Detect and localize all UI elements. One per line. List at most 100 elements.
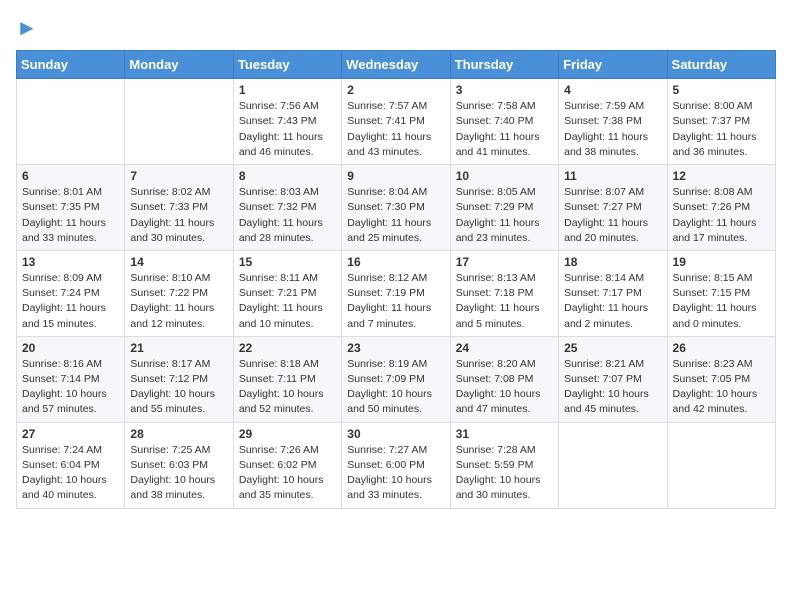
day-info: Sunrise: 7:24 AM Sunset: 6:04 PM Dayligh… bbox=[22, 443, 119, 504]
day-info: Sunrise: 8:19 AM Sunset: 7:09 PM Dayligh… bbox=[347, 357, 444, 418]
day-info: Sunrise: 8:16 AM Sunset: 7:14 PM Dayligh… bbox=[22, 357, 119, 418]
calendar-week-row: 6 Sunrise: 8:01 AM Sunset: 7:35 PM Daylig… bbox=[17, 165, 776, 251]
day-number: 21 bbox=[130, 341, 227, 355]
calendar-cell: 18 Sunrise: 8:14 AM Sunset: 7:17 PM Dayli… bbox=[559, 250, 667, 336]
calendar-cell: 16Sunrise: 8:12 AM Sunset: 7:19 PM Dayli… bbox=[342, 250, 450, 336]
calendar-cell: 9 Sunrise: 8:04 AM Sunset: 7:30 PM Daylig… bbox=[342, 165, 450, 251]
calendar-cell: 22 Sunrise: 8:18 AM Sunset: 7:11 PM Dayli… bbox=[233, 336, 341, 422]
calendar-week-row: 13 Sunrise: 8:09 AM Sunset: 7:24 PM Dayli… bbox=[17, 250, 776, 336]
day-number: 17 bbox=[456, 255, 553, 269]
day-info: Sunrise: 8:09 AM Sunset: 7:24 PM Dayligh… bbox=[22, 271, 119, 332]
calendar-cell: 1 Sunrise: 7:56 AM Sunset: 7:43 PM Daylig… bbox=[233, 79, 341, 165]
calendar-cell: 11 Sunrise: 8:07 AM Sunset: 7:27 PM Dayli… bbox=[559, 165, 667, 251]
weekday-header-row: SundayMondayTuesdayWednesdayThursdayFrid… bbox=[17, 51, 776, 79]
day-info: Sunrise: 8:18 AM Sunset: 7:11 PM Dayligh… bbox=[239, 357, 336, 418]
day-info: Sunrise: 8:17 AM Sunset: 7:12 PM Dayligh… bbox=[130, 357, 227, 418]
day-info: Sunrise: 8:21 AM Sunset: 7:07 PM Dayligh… bbox=[564, 357, 661, 418]
day-info: Sunrise: 7:57 AM Sunset: 7:41 PM Dayligh… bbox=[347, 99, 444, 160]
day-info: Sunrise: 8:00 AM Sunset: 7:37 PM Dayligh… bbox=[673, 99, 770, 160]
day-number: 7 bbox=[130, 169, 227, 183]
calendar-cell bbox=[559, 422, 667, 508]
day-number: 27 bbox=[22, 427, 119, 441]
calendar-cell bbox=[667, 422, 775, 508]
day-number: 26 bbox=[673, 341, 770, 355]
logo: ► bbox=[16, 16, 38, 40]
calendar-cell: 14Sunrise: 8:10 AM Sunset: 7:22 PM Dayli… bbox=[125, 250, 233, 336]
calendar-cell: 15 Sunrise: 8:11 AM Sunset: 7:21 PM Dayli… bbox=[233, 250, 341, 336]
day-info: Sunrise: 8:15 AM Sunset: 7:15 PM Dayligh… bbox=[673, 271, 770, 332]
calendar-cell: 7Sunrise: 8:02 AM Sunset: 7:33 PM Daylig… bbox=[125, 165, 233, 251]
day-number: 9 bbox=[347, 169, 444, 183]
calendar-week-row: 20 Sunrise: 8:16 AM Sunset: 7:14 PM Dayli… bbox=[17, 336, 776, 422]
day-info: Sunrise: 7:28 AM Sunset: 5:59 PM Dayligh… bbox=[456, 443, 553, 504]
calendar-cell: 29 Sunrise: 7:26 AM Sunset: 6:02 PM Dayli… bbox=[233, 422, 341, 508]
day-number: 3 bbox=[456, 83, 553, 97]
day-info: Sunrise: 7:27 AM Sunset: 6:00 PM Dayligh… bbox=[347, 443, 444, 504]
day-info: Sunrise: 7:56 AM Sunset: 7:43 PM Dayligh… bbox=[239, 99, 336, 160]
day-number: 31 bbox=[456, 427, 553, 441]
day-info: Sunrise: 8:07 AM Sunset: 7:27 PM Dayligh… bbox=[564, 185, 661, 246]
calendar-cell: 27 Sunrise: 7:24 AM Sunset: 6:04 PM Dayli… bbox=[17, 422, 125, 508]
day-info: Sunrise: 8:04 AM Sunset: 7:30 PM Dayligh… bbox=[347, 185, 444, 246]
day-number: 10 bbox=[456, 169, 553, 183]
day-number: 30 bbox=[347, 427, 444, 441]
day-number: 24 bbox=[456, 341, 553, 355]
day-number: 8 bbox=[239, 169, 336, 183]
weekday-header: Sunday bbox=[17, 51, 125, 79]
day-info: Sunrise: 8:14 AM Sunset: 7:17 PM Dayligh… bbox=[564, 271, 661, 332]
weekday-header: Thursday bbox=[450, 51, 558, 79]
calendar-cell: 13 Sunrise: 8:09 AM Sunset: 7:24 PM Dayli… bbox=[17, 250, 125, 336]
calendar-cell: 23 Sunrise: 8:19 AM Sunset: 7:09 PM Dayli… bbox=[342, 336, 450, 422]
day-number: 11 bbox=[564, 169, 661, 183]
calendar-cell: 25 Sunrise: 8:21 AM Sunset: 7:07 PM Dayli… bbox=[559, 336, 667, 422]
day-number: 16 bbox=[347, 255, 444, 269]
day-number: 6 bbox=[22, 169, 119, 183]
calendar-cell: 24Sunrise: 8:20 AM Sunset: 7:08 PM Dayli… bbox=[450, 336, 558, 422]
day-info: Sunrise: 8:11 AM Sunset: 7:21 PM Dayligh… bbox=[239, 271, 336, 332]
day-number: 29 bbox=[239, 427, 336, 441]
day-number: 18 bbox=[564, 255, 661, 269]
day-number: 13 bbox=[22, 255, 119, 269]
day-number: 22 bbox=[239, 341, 336, 355]
day-info: Sunrise: 8:03 AM Sunset: 7:32 PM Dayligh… bbox=[239, 185, 336, 246]
day-info: Sunrise: 8:23 AM Sunset: 7:05 PM Dayligh… bbox=[673, 357, 770, 418]
calendar-cell: 2 Sunrise: 7:57 AM Sunset: 7:41 PM Daylig… bbox=[342, 79, 450, 165]
day-number: 25 bbox=[564, 341, 661, 355]
day-number: 23 bbox=[347, 341, 444, 355]
weekday-header: Wednesday bbox=[342, 51, 450, 79]
day-info: Sunrise: 7:58 AM Sunset: 7:40 PM Dayligh… bbox=[456, 99, 553, 160]
day-info: Sunrise: 7:26 AM Sunset: 6:02 PM Dayligh… bbox=[239, 443, 336, 504]
calendar-cell: 21 Sunrise: 8:17 AM Sunset: 7:12 PM Dayli… bbox=[125, 336, 233, 422]
day-info: Sunrise: 7:25 AM Sunset: 6:03 PM Dayligh… bbox=[130, 443, 227, 504]
calendar-cell: 3 Sunrise: 7:58 AM Sunset: 7:40 PM Daylig… bbox=[450, 79, 558, 165]
weekday-header: Saturday bbox=[667, 51, 775, 79]
calendar-week-row: 1 Sunrise: 7:56 AM Sunset: 7:43 PM Daylig… bbox=[17, 79, 776, 165]
page-header: ► bbox=[16, 16, 776, 40]
day-number: 2 bbox=[347, 83, 444, 97]
calendar-cell: 26 Sunrise: 8:23 AM Sunset: 7:05 PM Dayli… bbox=[667, 336, 775, 422]
calendar-cell: 19Sunrise: 8:15 AM Sunset: 7:15 PM Dayli… bbox=[667, 250, 775, 336]
weekday-header: Friday bbox=[559, 51, 667, 79]
calendar-cell: 5Sunrise: 8:00 AM Sunset: 7:37 PM Daylig… bbox=[667, 79, 775, 165]
calendar-cell: 20 Sunrise: 8:16 AM Sunset: 7:14 PM Dayli… bbox=[17, 336, 125, 422]
calendar-table: SundayMondayTuesdayWednesdayThursdayFrid… bbox=[16, 50, 776, 508]
day-info: Sunrise: 8:01 AM Sunset: 7:35 PM Dayligh… bbox=[22, 185, 119, 246]
day-number: 20 bbox=[22, 341, 119, 355]
calendar-cell: 30 Sunrise: 7:27 AM Sunset: 6:00 PM Dayli… bbox=[342, 422, 450, 508]
calendar-cell: 4Sunrise: 7:59 AM Sunset: 7:38 PM Daylig… bbox=[559, 79, 667, 165]
weekday-header: Monday bbox=[125, 51, 233, 79]
calendar-cell: 17Sunrise: 8:13 AM Sunset: 7:18 PM Dayli… bbox=[450, 250, 558, 336]
calendar-week-row: 27 Sunrise: 7:24 AM Sunset: 6:04 PM Dayli… bbox=[17, 422, 776, 508]
day-number: 4 bbox=[564, 83, 661, 97]
day-info: Sunrise: 8:10 AM Sunset: 7:22 PM Dayligh… bbox=[130, 271, 227, 332]
weekday-header: Tuesday bbox=[233, 51, 341, 79]
calendar-cell: 8 Sunrise: 8:03 AM Sunset: 7:32 PM Daylig… bbox=[233, 165, 341, 251]
calendar-cell: 6 Sunrise: 8:01 AM Sunset: 7:35 PM Daylig… bbox=[17, 165, 125, 251]
day-info: Sunrise: 8:08 AM Sunset: 7:26 PM Dayligh… bbox=[673, 185, 770, 246]
calendar-cell: 28Sunrise: 7:25 AM Sunset: 6:03 PM Dayli… bbox=[125, 422, 233, 508]
day-number: 15 bbox=[239, 255, 336, 269]
day-number: 1 bbox=[239, 83, 336, 97]
logo-text: ► bbox=[16, 16, 38, 40]
calendar-cell: 12Sunrise: 8:08 AM Sunset: 7:26 PM Dayli… bbox=[667, 165, 775, 251]
calendar-cell: 31 Sunrise: 7:28 AM Sunset: 5:59 PM Dayli… bbox=[450, 422, 558, 508]
